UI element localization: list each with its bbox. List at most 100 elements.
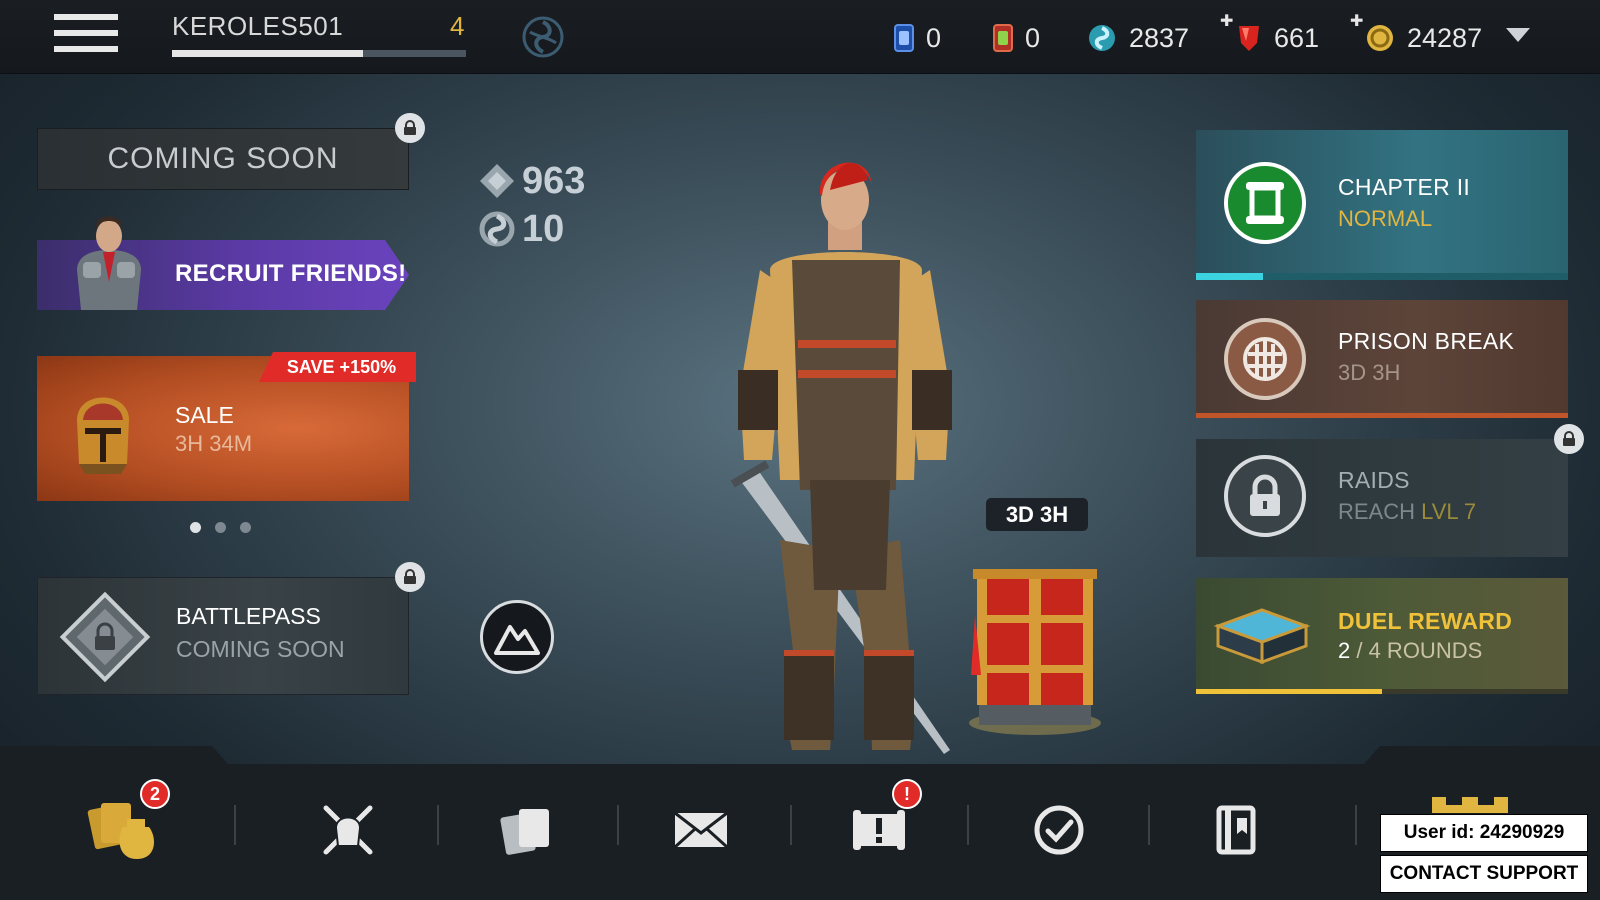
player-level: 4 xyxy=(450,11,465,41)
bottom-nav-bar xyxy=(0,746,1600,900)
mountain-map-icon[interactable] xyxy=(480,600,554,674)
duel-progress-fill xyxy=(1196,689,1382,694)
ruby-currency[interactable]: 661 xyxy=(1236,18,1319,58)
events-notification-badge: ! xyxy=(892,779,922,809)
nav-quests[interactable] xyxy=(1014,785,1104,875)
raids-card[interactable]: RAIDS REACH LVL 7 xyxy=(1196,439,1568,557)
top-bar: KEROLES501 4 0 0 2837 ✚ 661 ✚ 24287 xyxy=(0,0,1600,74)
carousel-pagination xyxy=(190,522,251,533)
castle-icon[interactable] xyxy=(1432,797,1508,813)
scroll-icon xyxy=(1224,162,1306,244)
lock-icon xyxy=(395,113,425,143)
diamond-power-icon xyxy=(480,164,514,198)
gold-plus-icon[interactable]: ✚ xyxy=(1350,11,1363,31)
blue-card-count: 0 xyxy=(926,22,942,53)
spirit-currency[interactable]: 2837 xyxy=(1087,18,1189,58)
duel-rounds-total: / 4 ROUNDS xyxy=(1350,638,1483,663)
duel-rounds-current: 2 xyxy=(1338,638,1351,663)
raids-requirement-level: LVL 7 xyxy=(1421,499,1477,524)
character-stats: 963 10 xyxy=(478,157,585,253)
battlepass-subtitle: COMING SOON xyxy=(176,636,345,662)
nav-separator xyxy=(234,805,236,845)
nav-separator xyxy=(1148,805,1150,845)
nav-codex[interactable] xyxy=(1191,785,1281,875)
nav-loot[interactable]: 2 xyxy=(80,779,170,875)
events-scroll-icon xyxy=(853,810,905,850)
prison-break-card[interactable]: PRISON BREAK 3D 3H xyxy=(1196,300,1568,418)
recruit-friends-button[interactable]: RECRUIT FRIENDS! xyxy=(37,216,409,310)
raids-requirement-prefix: REACH xyxy=(1338,499,1422,524)
ruby-count: 661 xyxy=(1274,22,1320,53)
chapter-title: CHAPTER II xyxy=(1338,174,1471,200)
nav-separator xyxy=(967,805,969,845)
carousel-dot[interactable] xyxy=(215,522,226,533)
nav-mail[interactable] xyxy=(656,785,746,875)
campaign-chapter-card[interactable]: CHAPTER II NORMAL xyxy=(1196,130,1568,280)
user-id-label: User id: 24290929 xyxy=(1380,814,1588,852)
sale-timer: 3H 34M xyxy=(175,431,253,456)
green-card-icon xyxy=(993,24,1013,52)
green-card-count: 0 xyxy=(1025,22,1041,53)
codex-book-icon xyxy=(1216,805,1256,855)
contact-support-button[interactable]: CONTACT SUPPORT xyxy=(1380,855,1588,893)
chest-timer: 3D 3H xyxy=(986,498,1088,531)
player-name: KEROLES501 xyxy=(172,11,344,41)
coming-soon-panel[interactable]: COMING SOON xyxy=(37,128,409,190)
helmet-icon xyxy=(77,397,129,474)
prison-progress-bar xyxy=(1196,413,1568,418)
raids-requirement: REACH LVL 7 xyxy=(1338,499,1476,525)
treasure-chest-icon xyxy=(1213,608,1311,665)
gold-currency[interactable]: 24287 xyxy=(1365,18,1482,58)
battlepass-title: BATTLEPASS xyxy=(176,603,321,629)
prison-gate-icon xyxy=(1224,318,1306,400)
power-value: 963 xyxy=(522,159,586,202)
cards-icon xyxy=(500,809,549,855)
nav-cards[interactable] xyxy=(482,785,572,875)
blue-card-icon xyxy=(894,24,914,52)
blue-card-currency[interactable]: 0 xyxy=(894,18,941,58)
duel-progress-bar xyxy=(1196,689,1568,694)
duel-reward-card[interactable]: DUEL REWARD 2 / 4 ROUNDS xyxy=(1196,578,1568,694)
nav-separator xyxy=(617,805,619,845)
xp-progress-fill xyxy=(172,50,364,57)
gold-count: 24287 xyxy=(1407,22,1483,53)
duel-reward-progress-text: 2 / 4 ROUNDS xyxy=(1338,638,1482,664)
spirit-level-stat: 10 xyxy=(478,205,585,253)
nav-separator xyxy=(1355,805,1357,845)
ruby-plus-icon[interactable]: ✚ xyxy=(1220,11,1233,31)
prison-break-title: PRISON BREAK xyxy=(1338,328,1515,354)
spirit-level-value: 10 xyxy=(522,207,565,250)
envelope-icon xyxy=(673,811,729,849)
chapter-difficulty: NORMAL xyxy=(1338,206,1433,231)
sale-panel[interactable]: SAVE +150% SALE 3H 34M xyxy=(37,352,416,501)
clan-swirl-icon[interactable] xyxy=(522,16,564,58)
recruit-friends-label: RECRUIT FRIENDS! xyxy=(175,260,407,287)
carousel-dot[interactable] xyxy=(240,522,251,533)
chapter-progress-bar xyxy=(1196,273,1568,280)
ruby-gem-icon xyxy=(1239,26,1259,51)
battlepass-panel[interactable]: BATTLEPASS COMING SOON xyxy=(37,577,409,695)
green-card-currency[interactable]: 0 xyxy=(993,18,1040,58)
crossed-swords-helmet-icon xyxy=(323,805,373,855)
spirit-swirl-icon xyxy=(1089,25,1115,51)
nav-battle[interactable] xyxy=(303,785,393,875)
nav-separator xyxy=(437,805,439,845)
loot-notification-badge: 2 xyxy=(140,779,170,809)
reward-chest-icon[interactable] xyxy=(965,555,1105,735)
nav-events[interactable]: ! xyxy=(834,779,924,875)
spirit-swirl-icon xyxy=(479,211,515,247)
knight-portrait-icon xyxy=(77,216,141,310)
hero-character[interactable] xyxy=(700,150,990,770)
chapter-progress-fill xyxy=(1196,273,1263,280)
save-percent-tag: SAVE +150% xyxy=(259,352,416,382)
chevron-down-icon[interactable] xyxy=(1506,28,1530,42)
battlepass-lock-diamond-icon xyxy=(59,591,151,683)
hamburger-menu-icon[interactable] xyxy=(54,14,118,60)
lock-icon xyxy=(1554,424,1584,454)
lock-icon xyxy=(395,562,425,592)
prison-break-timer: 3D 3H xyxy=(1338,360,1401,385)
carousel-dot-active[interactable] xyxy=(190,522,201,533)
nav-separator xyxy=(790,805,792,845)
coming-soon-label: COMING SOON xyxy=(107,142,339,175)
sale-title: SALE xyxy=(175,402,234,428)
